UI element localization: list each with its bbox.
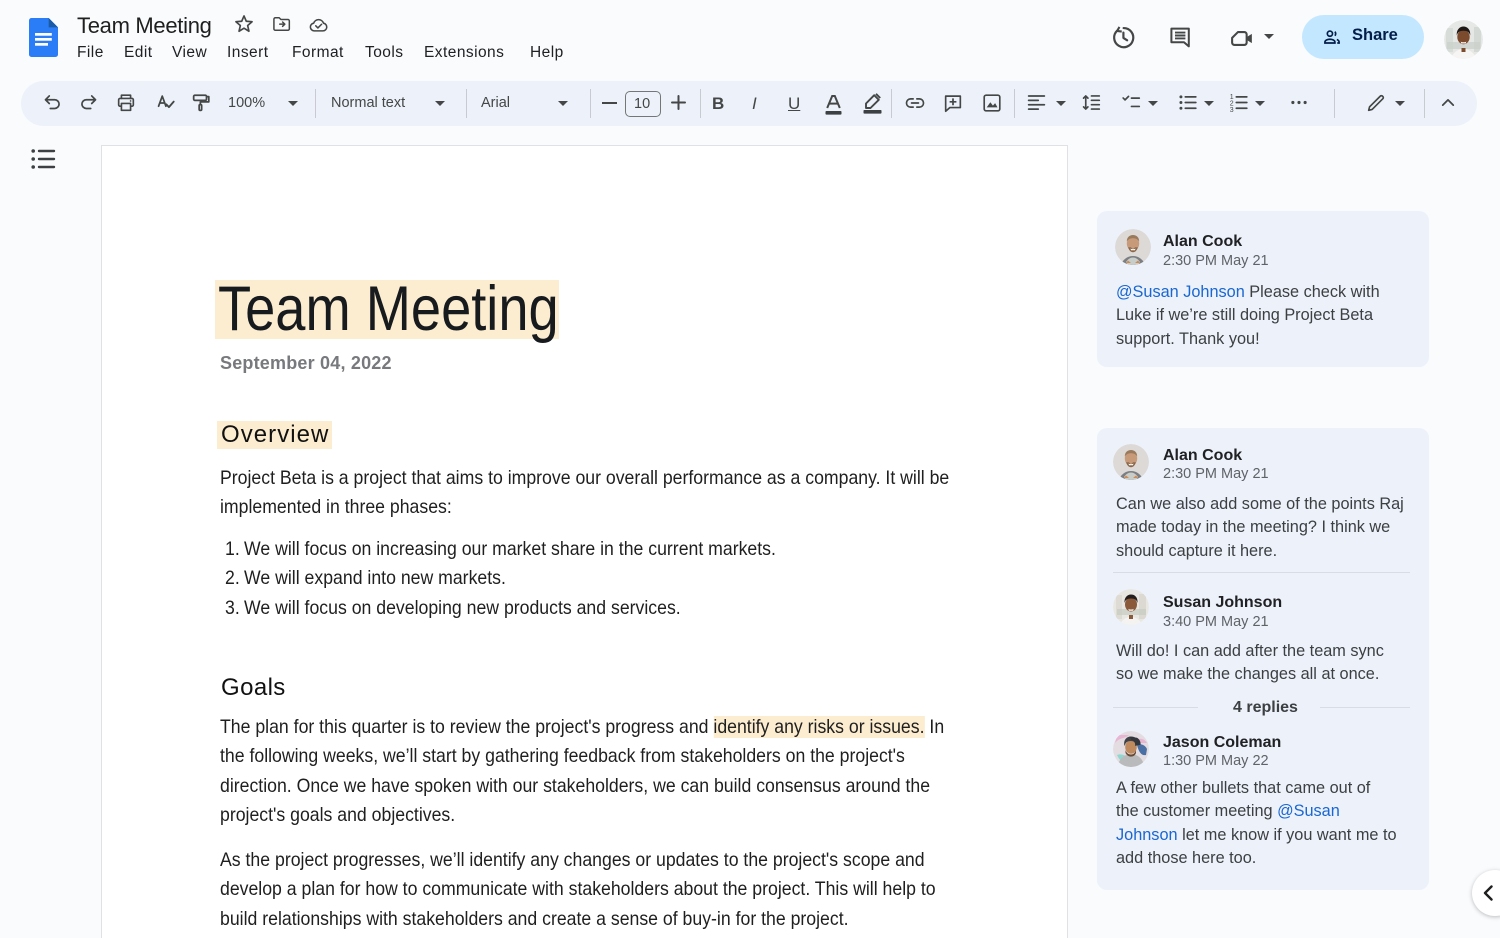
svg-text:3: 3 [1230, 107, 1234, 113]
